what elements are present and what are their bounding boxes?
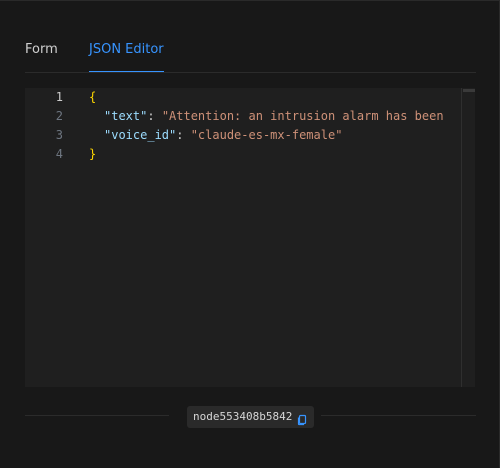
json-editor[interactable]: 1 2 3 4 { "text": "Attention: an intrusi… xyxy=(25,88,475,387)
json-value-text: "Attention: an intrusion alarm has been xyxy=(161,109,444,123)
line-number-gutter: 1 2 3 4 xyxy=(25,88,81,387)
json-key-text: "text" xyxy=(104,109,148,123)
node-id-text: node553408b5842 xyxy=(193,410,293,423)
colon: : xyxy=(176,128,191,142)
code-area[interactable]: { "text": "Attention: an intrusion alarm… xyxy=(89,88,461,387)
editor-scrollbar[interactable] xyxy=(461,88,475,387)
line-number: 4 xyxy=(55,147,63,161)
node-id-badge: node553408b5842 xyxy=(187,406,315,428)
line-number: 3 xyxy=(55,128,63,142)
code-line-2: "text": "Attention: an intrusion alarm h… xyxy=(104,107,444,126)
line-number: 1 xyxy=(55,90,63,104)
tab-bar: Form JSON Editor xyxy=(25,41,476,73)
divider-left xyxy=(25,415,169,416)
json-key-voice-id: "voice_id" xyxy=(104,128,177,142)
code-line-1: { xyxy=(89,88,96,107)
json-value-voice-id: "claude-es-mx-female" xyxy=(190,128,343,142)
code-line-3: "voice_id": "claude-es-mx-female" xyxy=(104,126,342,145)
open-brace: { xyxy=(89,90,97,104)
line-number: 2 xyxy=(55,109,63,123)
tab-form[interactable]: Form xyxy=(25,41,58,71)
close-brace: } xyxy=(89,147,97,161)
scrollbar-thumb[interactable] xyxy=(463,89,475,92)
tab-json-editor[interactable]: JSON Editor xyxy=(89,41,164,72)
copy-icon[interactable] xyxy=(296,411,308,426)
code-line-4: } xyxy=(89,145,96,164)
panel-frame: Form JSON Editor 1 2 3 4 { "text": "Atte… xyxy=(0,0,500,468)
divider-right xyxy=(321,415,476,416)
colon: : xyxy=(147,109,162,123)
